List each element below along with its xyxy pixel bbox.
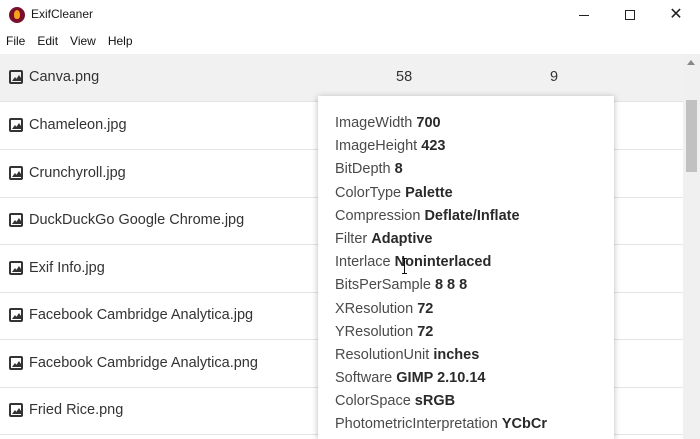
minimize-icon (579, 14, 589, 16)
property-key: PhotometricInterpretation (335, 416, 498, 433)
property-key: Interlace (335, 254, 391, 271)
title-bar: ExifCleaner ✕ (0, 0, 700, 30)
metadata-property: BitDepth 8 (335, 161, 614, 184)
text-cursor-icon (402, 258, 410, 274)
property-key: BitsPerSample (335, 277, 431, 294)
menu-bar: File Edit View Help (0, 30, 700, 52)
metadata-count-before: 58 (396, 69, 413, 85)
property-value: sRGB (414, 393, 456, 410)
metadata-property: BitsPerSample 8 8 8 (335, 277, 614, 300)
file-name: DuckDuckGo Google Chrome.jpg (29, 212, 245, 228)
file-row[interactable]: Canva.png 58 9 (0, 54, 683, 102)
property-value: 8 (394, 161, 403, 178)
property-key: ColorSpace (335, 393, 411, 410)
image-file-icon (9, 166, 23, 180)
file-name: Canva.png (29, 69, 100, 85)
close-icon: ✕ (669, 6, 683, 23)
exifcleaner-logo-icon (9, 7, 25, 23)
menu-edit[interactable]: Edit (37, 34, 58, 48)
image-file-icon (9, 213, 23, 227)
scrollbar-thumb[interactable] (686, 100, 697, 172)
metadata-property: PhotometricInterpretation YCbCr (335, 416, 614, 439)
file-name: Exif Info.jpg (29, 260, 105, 276)
metadata-property: ImageHeight 423 (335, 138, 614, 161)
metadata-property: YResolution 72 (335, 324, 614, 347)
property-key: ResolutionUnit (335, 346, 430, 363)
image-file-icon (9, 356, 23, 370)
property-key: ColorType (335, 184, 402, 201)
vertical-scrollbar[interactable] (683, 54, 700, 439)
metadata-property: Filter Adaptive (335, 231, 614, 254)
scroll-up-arrow-icon[interactable] (687, 60, 695, 65)
file-name: Fried Rice.png (29, 402, 124, 418)
metadata-property: ResolutionUnit inches (335, 347, 614, 370)
property-value: Palette (405, 184, 453, 201)
property-key: Filter (335, 230, 368, 247)
metadata-property: Software GIMP 2.10.14 (335, 370, 614, 393)
property-key: YResolution (335, 323, 414, 340)
metadata-property: ColorType Palette (335, 185, 614, 208)
image-file-icon (9, 70, 23, 84)
metadata-property: XResolution 72 (335, 301, 614, 324)
file-name: Crunchyroll.jpg (29, 165, 126, 181)
property-key: BitDepth (335, 161, 391, 178)
metadata-tooltip: ImageWidth 700 ImageHeight 423 BitDepth … (318, 96, 614, 439)
property-value: 423 (421, 138, 446, 155)
menu-help[interactable]: Help (108, 34, 133, 48)
property-value: Adaptive (371, 230, 433, 247)
property-value: YCbCr (501, 416, 547, 433)
property-value: inches (433, 346, 480, 363)
close-button[interactable]: ✕ (653, 0, 699, 30)
image-file-icon (9, 118, 23, 132)
file-name: Chameleon.jpg (29, 117, 127, 133)
window-title: ExifCleaner (31, 7, 94, 21)
metadata-property: Interlace Noninterlaced (335, 254, 614, 277)
minimize-button[interactable] (561, 0, 607, 30)
property-key: Software (335, 370, 393, 387)
property-key: Compression (335, 207, 421, 224)
property-value: 700 (416, 115, 441, 131)
property-value: 72 (417, 300, 434, 317)
image-file-icon (9, 261, 23, 275)
file-name: Facebook Cambridge Analytica.jpg (29, 307, 254, 323)
metadata-property: ImageWidth 700 (335, 115, 614, 138)
property-key: ImageHeight (335, 138, 418, 155)
property-value: Deflate/Inflate (424, 207, 520, 224)
metadata-property: Compression Deflate/Inflate (335, 208, 614, 231)
maximize-button[interactable] (607, 0, 653, 30)
property-value: 72 (417, 323, 434, 340)
menu-file[interactable]: File (6, 34, 25, 48)
file-name: Facebook Cambridge Analytica.png (29, 355, 258, 371)
metadata-property: ColorSpace sRGB (335, 393, 614, 416)
property-key: XResolution (335, 300, 414, 317)
image-file-icon (9, 403, 23, 417)
maximize-icon (625, 10, 635, 20)
image-file-icon (9, 308, 23, 322)
menu-view[interactable]: View (70, 34, 96, 48)
property-value: 8 8 8 (434, 277, 468, 294)
property-key: ImageWidth (335, 115, 413, 131)
property-value: GIMP 2.10.14 (396, 370, 486, 387)
metadata-count-after: 9 (550, 69, 559, 85)
